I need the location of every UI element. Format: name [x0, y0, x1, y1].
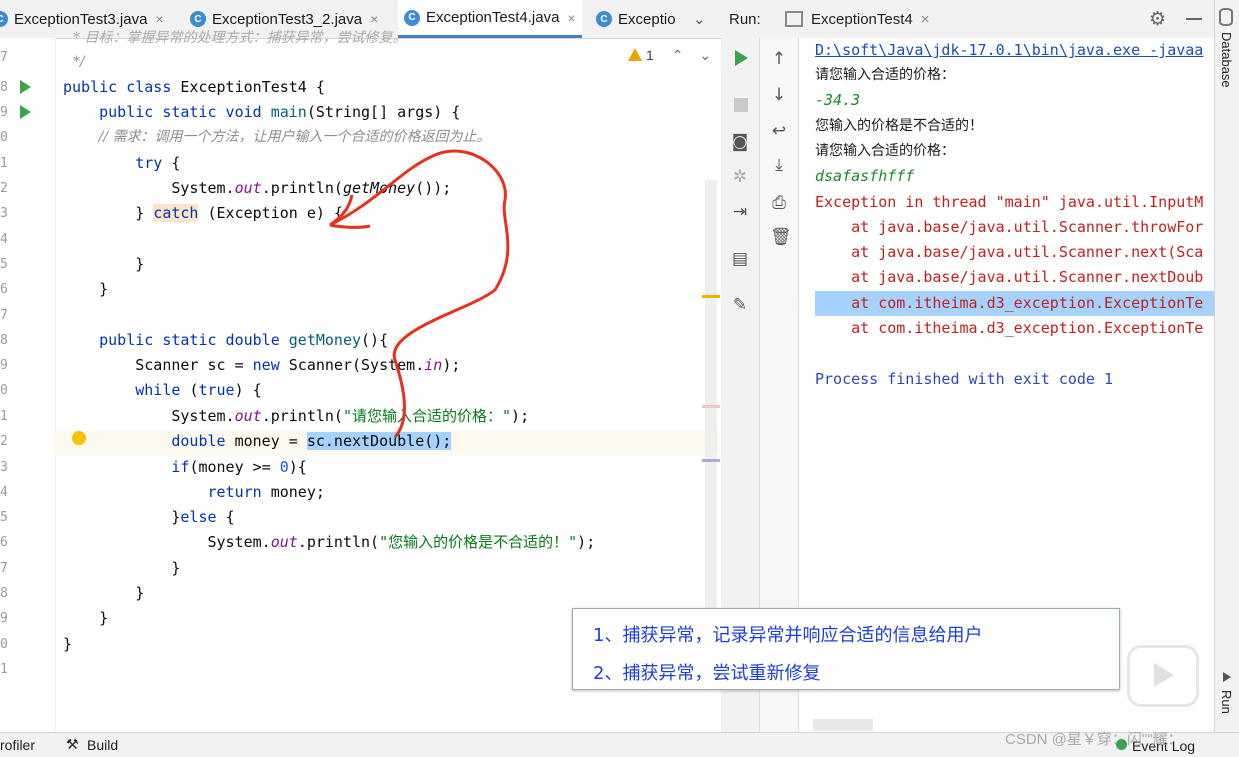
database-icon[interactable]: [1219, 8, 1233, 26]
soft-wrap-icon[interactable]: ↩: [770, 122, 788, 140]
profiler-tool-button[interactable]: rofiler: [0, 737, 35, 753]
rerun-icon[interactable]: [735, 50, 748, 66]
video-play-icon[interactable]: [1127, 645, 1199, 707]
process-finished-line: Process finished with exit code 1: [815, 370, 1114, 388]
minimize-icon[interactable]: [1186, 18, 1202, 20]
settings-icon[interactable]: ✲: [731, 168, 749, 186]
console-input-line: -34.3: [815, 91, 861, 109]
right-tool-strip: Database Run: [1214, 0, 1239, 732]
watermark-text: CSDN @星￥穿：闪""耀：: [1005, 731, 1183, 748]
stacktrace-line[interactable]: at com.itheima.d3_exception.ExceptionTe: [815, 316, 1203, 341]
pin-icon[interactable]: ✎: [731, 296, 749, 314]
camera-icon[interactable]: ◙: [731, 133, 749, 151]
run-label: Run:: [729, 11, 761, 28]
stacktrace-line-selected[interactable]: at com.itheima.d3_exception.ExceptionTe: [815, 291, 1214, 316]
console-icon: [785, 11, 803, 27]
stop-icon[interactable]: [734, 98, 748, 112]
build-tool-button[interactable]: Build: [87, 737, 118, 753]
stacktrace-line[interactable]: at java.base/java.util.Scanner.throwFor: [815, 215, 1203, 240]
annotation-box: 1、捕获异常，记录异常并响应合适的信息给用户 2、捕获异常，尝试重新修复: [572, 608, 1120, 690]
run-icon[interactable]: [1223, 672, 1231, 682]
gear-icon[interactable]: ⚙: [1149, 8, 1166, 30]
console-output-line: 请您输入合适的价格：: [815, 143, 955, 159]
console-exception-line: Exception in thread "main" java.util.Inp…: [815, 193, 1204, 211]
annotation-line: 1、捕获异常，记录异常并响应合适的信息给用户: [593, 625, 983, 646]
scroll-to-end-icon[interactable]: ⤓: [770, 156, 788, 174]
console-input-line: dsafasfhfff: [815, 167, 915, 185]
hammer-icon: ⚒: [66, 736, 79, 752]
console-output-line: 请您输入合适的价格：: [815, 67, 955, 83]
console-command-line[interactable]: D:\soft\Java\jdk-17.0.1\bin\java.exe -ja…: [815, 38, 1203, 63]
close-icon[interactable]: ×: [921, 11, 930, 28]
console-output-line: 您输入的价格是不合适的！: [815, 118, 983, 134]
database-tool-button[interactable]: Database: [1219, 32, 1234, 88]
run-tool-button[interactable]: Run: [1219, 690, 1234, 714]
console-hscrollbar[interactable]: [813, 719, 873, 731]
trash-icon[interactable]: 🗑: [770, 228, 792, 246]
stacktrace-line[interactable]: at java.base/java.util.Scanner.nextDoub: [815, 265, 1203, 290]
run-config-label: ExceptionTest4: [811, 10, 913, 28]
arrow-up-icon[interactable]: ↑: [770, 50, 788, 68]
run-panel-header: Run: ExceptionTest4 × ⚙: [721, 0, 1218, 39]
run-config-tab[interactable]: ExceptionTest4 ×: [785, 0, 930, 38]
annotation-line: 2、捕获异常，尝试重新修复: [593, 663, 821, 684]
restore-layout-icon[interactable]: ⇥: [731, 203, 749, 221]
arrow-down-icon[interactable]: ↓: [770, 86, 788, 104]
stacktrace-line[interactable]: at java.base/java.util.Scanner.next(Sca: [815, 240, 1203, 265]
layout-icon[interactable]: ▤: [731, 250, 749, 268]
print-icon[interactable]: ⎙: [770, 194, 788, 212]
